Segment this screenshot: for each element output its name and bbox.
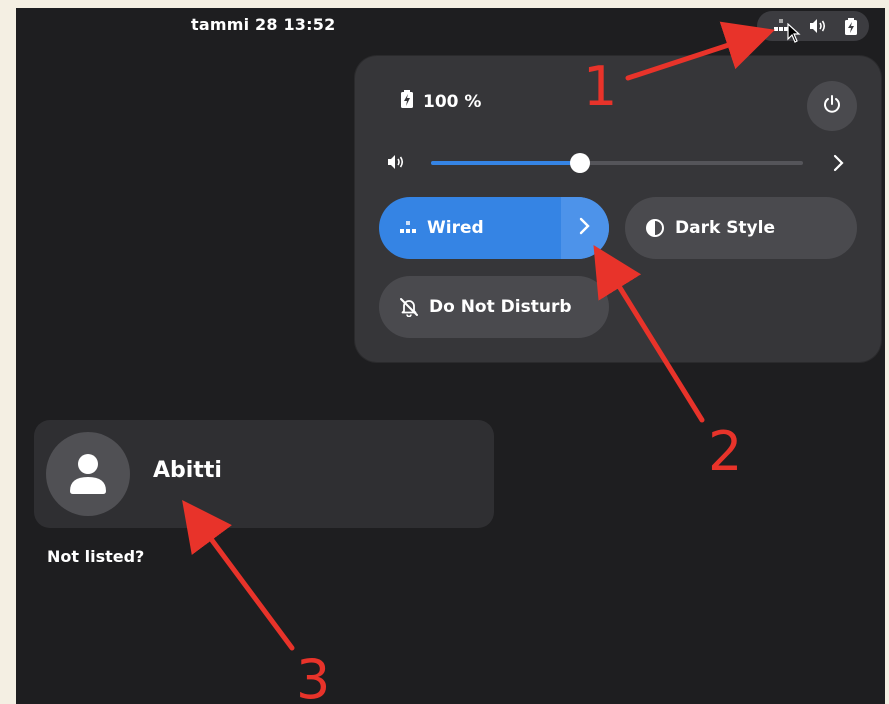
wired-toggle[interactable]: Wired <box>379 197 561 259</box>
volume-row <box>387 148 857 178</box>
dark-style-icon <box>645 218 665 238</box>
clock[interactable]: tammi 28 13:52 <box>191 15 335 34</box>
user-icon <box>46 454 130 516</box>
not-listed-link[interactable]: Not listed? <box>47 547 144 566</box>
battery-percentage: 100 % <box>423 92 482 112</box>
chevron-right-icon <box>578 215 592 242</box>
bell-off-icon <box>399 297 419 317</box>
desktop-screen: tammi 28 13:52 100 % Wired Dark Style Do… <box>16 8 885 704</box>
quick-settings-panel: 100 % Wired Dark Style Do Not Disturb <box>355 56 881 362</box>
battery-icon[interactable] <box>843 18 859 40</box>
power-icon <box>822 94 842 118</box>
wired-network-tile[interactable]: Wired <box>379 197 609 259</box>
volume-slider-handle[interactable] <box>569 153 590 173</box>
system-tray[interactable] <box>757 11 869 43</box>
user-name: Abitti <box>153 458 222 483</box>
battery-status: 100 % <box>399 90 481 114</box>
network-wired-icon <box>399 220 417 236</box>
dark-style-tile[interactable]: Dark Style <box>625 197 857 259</box>
dark-style-label: Dark Style <box>675 218 775 238</box>
do-not-disturb-tile[interactable]: Do Not Disturb <box>379 276 609 338</box>
volume-slider[interactable] <box>431 153 803 173</box>
chevron-right-icon[interactable] <box>831 152 847 178</box>
volume-slider-fill <box>431 161 580 165</box>
wired-tile-label: Wired <box>427 218 484 238</box>
avatar <box>46 432 130 516</box>
mouse-cursor-icon <box>787 22 801 47</box>
speaker-icon[interactable] <box>809 18 829 38</box>
do-not-disturb-label: Do Not Disturb <box>429 297 572 317</box>
user-list-item[interactable]: Abitti <box>34 420 494 528</box>
power-button[interactable] <box>807 81 857 131</box>
wired-menu-button[interactable] <box>561 197 609 259</box>
battery-icon <box>399 90 415 114</box>
speaker-icon[interactable] <box>387 153 409 175</box>
